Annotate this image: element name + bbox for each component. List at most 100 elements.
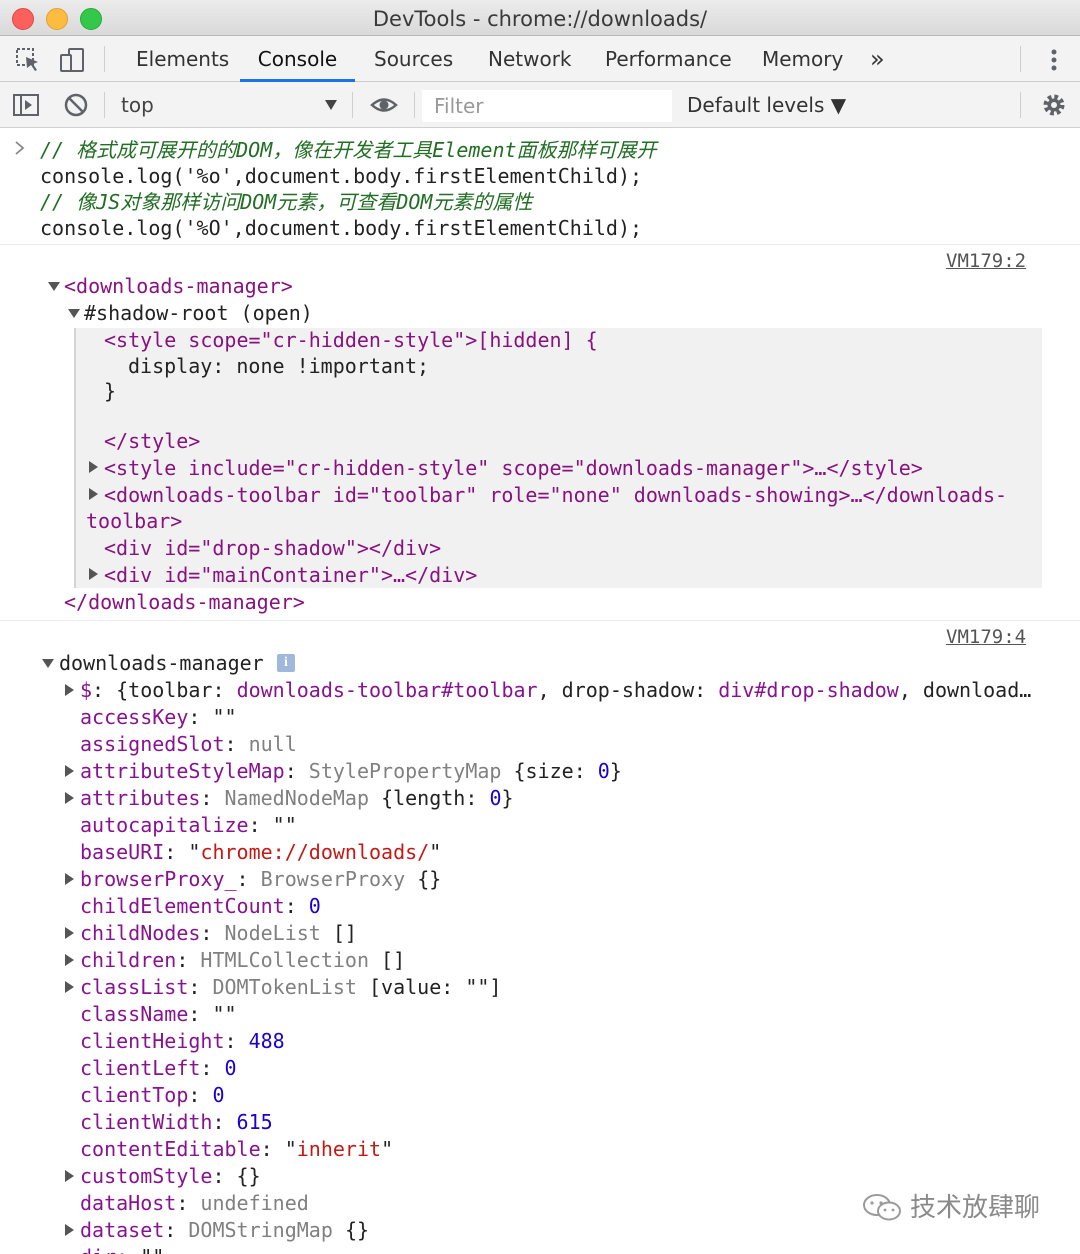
property-value: {} — [236, 1164, 261, 1188]
property-row[interactable]: dataset: DOMStringMap {} — [80, 1217, 369, 1244]
expand-arrow-icon[interactable] — [65, 765, 74, 777]
more-tabs-button[interactable]: » — [870, 36, 885, 82]
tab-console[interactable]: Console — [240, 36, 355, 82]
property-value: div#drop-shadow — [718, 678, 899, 702]
property-key: clientTop — [80, 1083, 189, 1107]
dom-text: display: none !important; — [128, 354, 430, 378]
tab-performance[interactable]: Performance — [605, 36, 732, 82]
expand-arrow-icon[interactable] — [65, 873, 74, 885]
info-icon[interactable]: i — [277, 654, 295, 672]
expand-arrow-icon[interactable] — [68, 309, 80, 318]
gear-icon[interactable] — [1040, 91, 1068, 119]
expand-arrow-icon[interactable] — [89, 568, 98, 580]
property-key: dataset — [80, 1218, 165, 1242]
dom-node[interactable]: <style scope="cr-hidden-style">[hidden] … — [104, 327, 598, 354]
source-link[interactable]: VM179:2 — [946, 250, 1026, 272]
dom-node[interactable]: <div id="mainContainer">…</div> — [104, 562, 477, 589]
property-value: undefined — [200, 1191, 309, 1215]
code-line: console.log('%o',document.body.firstElem… — [40, 164, 643, 188]
property-row: autocapitalize: "" — [80, 813, 297, 837]
property-row: baseURI: "chrome://downloads/" — [80, 840, 442, 864]
wechat-logo-icon — [863, 1194, 901, 1221]
tab-memory[interactable]: Memory — [762, 36, 843, 82]
property-row[interactable]: browserProxy_: BrowserProxy {} — [80, 866, 441, 893]
object-header[interactable]: downloads-manager — [59, 650, 264, 677]
shadow-root[interactable]: #shadow-root (open) — [84, 300, 313, 327]
chevron-down-icon[interactable] — [325, 100, 337, 110]
property-row: assignedSlot: null — [80, 732, 297, 756]
property-row: dir: "" — [80, 1244, 164, 1254]
dom-node[interactable]: toolbar> — [86, 508, 182, 535]
expand-arrow-icon[interactable] — [65, 1224, 74, 1236]
expand-arrow-icon[interactable] — [65, 981, 74, 993]
property-key: childElementCount — [80, 894, 285, 918]
filter-input[interactable]: Filter — [422, 90, 672, 122]
expand-arrow-icon[interactable] — [65, 954, 74, 966]
window-title: DevTools - chrome://downloads/ — [372, 7, 708, 31]
expand-arrow-icon[interactable] — [89, 488, 98, 500]
inspect-element-icon[interactable] — [14, 46, 42, 74]
dom-node-close[interactable]: </style> — [104, 428, 200, 455]
eye-icon[interactable] — [370, 91, 398, 119]
property-value: 0 — [212, 1083, 225, 1107]
property-row: clientWidth: 615 — [80, 1110, 273, 1134]
source-link[interactable]: VM179:4 — [946, 626, 1026, 648]
expand-arrow-icon[interactable] — [65, 684, 74, 696]
dom-node-close[interactable]: </downloads-manager> — [64, 589, 305, 616]
property-value: DOMTokenList — [212, 975, 370, 999]
property-value: StylePropertyMap — [308, 759, 514, 783]
expand-arrow-icon[interactable] — [89, 461, 98, 473]
kebab-menu-icon[interactable] — [1040, 46, 1068, 74]
property-key: children — [80, 948, 177, 972]
tab-network[interactable]: Network — [488, 36, 572, 82]
expand-arrow-icon[interactable] — [65, 1170, 74, 1182]
property-row: childElementCount: 0 — [80, 894, 321, 918]
code-comment: // 像JS对象那样访问DOM元素，可查看DOM元素的属性 — [40, 190, 533, 214]
property-row: clientHeight: 488 — [80, 1029, 285, 1053]
property-row[interactable]: customStyle: {} — [80, 1163, 261, 1190]
dom-node-open[interactable]: <downloads-manager> — [64, 273, 293, 300]
dom-node[interactable]: <div id="drop-shadow"></div> — [104, 535, 441, 562]
message-divider — [0, 244, 1080, 245]
property-row: clientTop: 0 — [80, 1083, 225, 1107]
expand-arrow-icon[interactable] — [65, 792, 74, 804]
tab-elements[interactable]: Elements — [136, 36, 229, 82]
property-value: {toolbar: — [116, 678, 237, 702]
property-value: [value: " — [369, 975, 478, 999]
property-key: assignedSlot — [80, 732, 225, 756]
property-row[interactable]: attributeStyleMap: StylePropertyMap {siz… — [80, 758, 622, 785]
property-row[interactable]: childNodes: NodeList [] — [80, 920, 357, 947]
property-key: clientWidth — [80, 1110, 213, 1134]
dom-node[interactable]: <downloads-toolbar id="toolbar" role="no… — [104, 482, 1007, 509]
property-value: } — [501, 786, 514, 810]
property-value: {} — [417, 867, 442, 891]
property-key: attributes — [80, 786, 201, 810]
tab-sources[interactable]: Sources — [374, 36, 453, 82]
property-value: chrome://downloads/ — [200, 840, 430, 864]
expand-arrow-icon[interactable] — [65, 927, 74, 939]
property-value: " — [381, 1137, 394, 1161]
property-row: className: "" — [80, 1002, 237, 1026]
sidebar-toggle-icon[interactable] — [12, 91, 40, 119]
context-selector[interactable]: top — [121, 93, 154, 117]
property-key: className — [80, 1002, 189, 1026]
property-value: 0 — [308, 894, 321, 918]
property-row[interactable]: attributes: NamedNodeMap {length: 0} — [80, 785, 514, 812]
property-row: accessKey: "" — [80, 705, 237, 729]
property-row[interactable]: $: {toolbar: downloads-toolbar#toolbar, … — [80, 677, 1031, 704]
property-row[interactable]: classList: DOMTokenList [value: ""] — [80, 974, 501, 1001]
chevron-right-icon — [15, 141, 25, 155]
dom-node[interactable]: <style include="cr-hidden-style" scope="… — [104, 455, 923, 482]
expand-arrow-icon[interactable] — [48, 282, 60, 291]
device-toolbar-icon[interactable] — [58, 46, 86, 74]
property-value: "" — [272, 813, 297, 837]
code-comment: // 格式成可展开的的DOM，像在开发者工具Element面板那样可展开 — [40, 138, 657, 162]
expand-arrow-icon[interactable] — [42, 659, 54, 668]
property-row[interactable]: children: HTMLCollection [] — [80, 947, 405, 974]
property-key: clientLeft — [80, 1056, 201, 1080]
watermark-text: 技术放肆聊 — [910, 1193, 1041, 1223]
log-levels-dropdown[interactable]: Default levels ▼ — [687, 93, 846, 117]
toolbar-divider — [1020, 92, 1021, 118]
clear-console-icon[interactable] — [62, 91, 90, 119]
toolbar-divider — [1020, 46, 1021, 72]
